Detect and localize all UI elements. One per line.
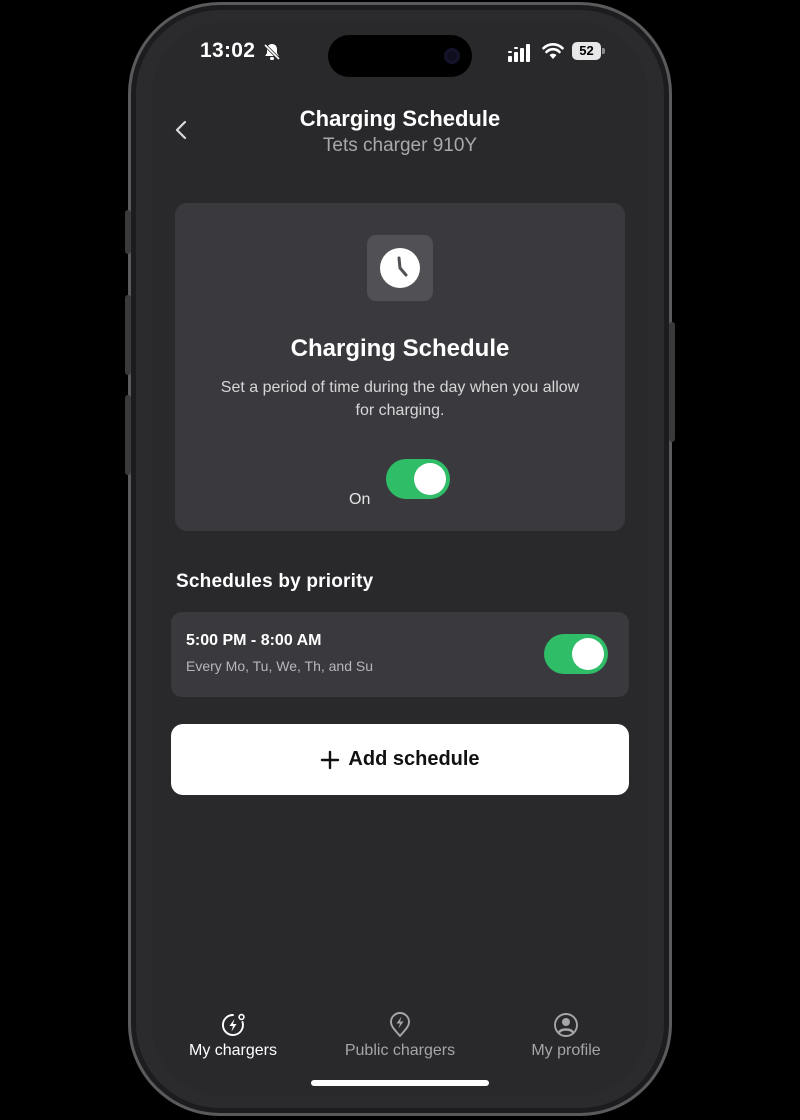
section-title: Schedules by priority	[176, 571, 374, 592]
front-camera	[444, 48, 460, 64]
card-title: Charging Schedule	[290, 335, 510, 362]
charger-name: Tets charger 910Y	[322, 135, 478, 156]
schedule-time-range: 5:00 PM - 8:00 AM	[186, 632, 322, 649]
charging-schedule-toggle[interactable]	[386, 459, 450, 499]
cellular-signal-icon	[508, 44, 530, 62]
schedule-days: Every Mo, Tu, We, Th, and Su	[186, 658, 374, 674]
clock-tile	[367, 235, 433, 301]
charging-schedule-card: Charging Schedule Set a period of time d…	[175, 203, 625, 531]
bell-muted-icon	[263, 43, 281, 61]
power-button	[669, 322, 675, 442]
schedule-item[interactable]: 5:00 PM - 8:00 AM Every Mo, Tu, We, Th, …	[171, 612, 629, 697]
tab-label: Public chargers	[344, 1042, 456, 1059]
tab-label: My profile	[531, 1042, 601, 1059]
clock-icon	[380, 248, 420, 288]
tab-label: My chargers	[188, 1042, 278, 1059]
toggle-knob	[572, 638, 604, 670]
battery-level: 52	[572, 42, 601, 60]
schedule-toggle[interactable]	[544, 634, 608, 674]
status-time: 13:02	[200, 39, 256, 62]
add-schedule-button[interactable]: Add schedule	[171, 724, 629, 795]
tab-bar: My chargers Public chargers My profile	[152, 1012, 648, 1072]
wifi-icon	[542, 43, 564, 59]
tab-public-chargers[interactable]: Public chargers	[320, 1012, 480, 1060]
action-button	[125, 210, 131, 254]
tab-my-chargers[interactable]: My chargers	[153, 1012, 313, 1060]
bolt-pin-icon	[390, 1012, 410, 1037]
charger-icon	[222, 1013, 245, 1036]
volume-up-button	[125, 295, 131, 375]
page-title: Charging Schedule	[299, 106, 501, 131]
profile-icon	[554, 1013, 578, 1037]
app-screen: 13:02 52 Charging Schedule Tets charger …	[152, 22, 648, 1096]
dynamic-island	[328, 35, 472, 77]
add-schedule-label: Add schedule	[348, 748, 480, 770]
card-description: Set a period of time during the day when…	[220, 379, 580, 419]
volume-down-button	[125, 395, 131, 475]
battery-indicator: 52	[572, 42, 605, 60]
tab-my-profile[interactable]: My profile	[486, 1012, 646, 1060]
schedule-toggle-label: On	[349, 491, 371, 508]
plus-icon	[321, 750, 340, 769]
home-indicator[interactable]	[311, 1080, 489, 1086]
battery-tip	[602, 48, 605, 54]
toggle-knob	[414, 463, 446, 495]
